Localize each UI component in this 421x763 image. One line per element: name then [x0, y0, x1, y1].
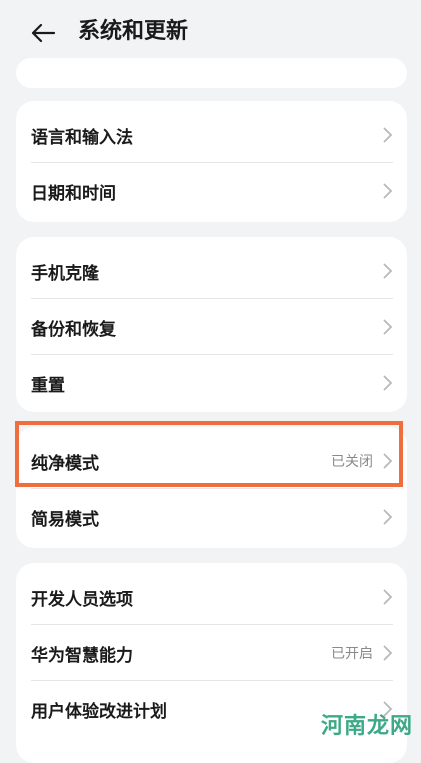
row-label: 重置	[31, 375, 65, 396]
chevron-right-icon	[383, 319, 393, 335]
settings-card-language: 语言和输入法 日期和时间	[16, 101, 407, 222]
chevron-right-icon	[383, 375, 393, 391]
settings-card-backup: 手机克隆 备份和恢复 重置	[16, 237, 407, 412]
row-label: 华为智慧能力	[31, 645, 133, 666]
top-bar: 系统和更新	[0, 0, 421, 64]
status-value: 已开启	[331, 646, 373, 662]
chevron-right-icon	[383, 589, 393, 605]
partial-row-label: · · · ·	[31, 58, 89, 66]
chevron-right-icon	[383, 645, 393, 661]
row-pure-mode[interactable]: 纯净模式 已关闭	[16, 433, 407, 489]
row-label: 备份和恢复	[31, 319, 116, 340]
settings-card-partial: · · · ·	[16, 58, 407, 88]
row-label: 简易模式	[31, 509, 99, 530]
row-phone-clone[interactable]: 手机克隆	[16, 243, 407, 299]
page-title: 系统和更新	[78, 19, 189, 44]
row-label: 语言和输入法	[31, 127, 133, 148]
row-date-time[interactable]: 日期和时间	[16, 163, 407, 219]
row-reset[interactable]: 重置	[16, 355, 407, 411]
row-label: 日期和时间	[31, 183, 116, 204]
row-language-input[interactable]: 语言和输入法	[16, 107, 407, 163]
back-button[interactable]	[26, 16, 60, 50]
row-backup-restore[interactable]: 备份和恢复	[16, 299, 407, 355]
chevron-right-icon	[383, 183, 393, 199]
chevron-right-icon	[383, 509, 393, 525]
chevron-right-icon	[383, 453, 393, 469]
row-label: 用户体验改进计划	[31, 701, 167, 722]
settings-card-modes: 纯净模式 已关闭 简易模式	[16, 427, 407, 548]
row-label: 手机克隆	[31, 263, 99, 284]
row-label: 开发人员选项	[31, 589, 133, 610]
chevron-right-icon	[383, 263, 393, 279]
row-label: 纯净模式	[31, 453, 99, 474]
row-huawei-ai[interactable]: 华为智慧能力 已开启	[16, 625, 407, 681]
watermark: 河南龙网	[320, 713, 413, 739]
chevron-right-icon	[383, 127, 393, 143]
row-developer-options[interactable]: 开发人员选项	[16, 569, 407, 625]
arrow-left-icon	[31, 23, 56, 43]
status-value: 已关闭	[331, 454, 373, 470]
row-simple-mode[interactable]: 简易模式	[16, 489, 407, 545]
